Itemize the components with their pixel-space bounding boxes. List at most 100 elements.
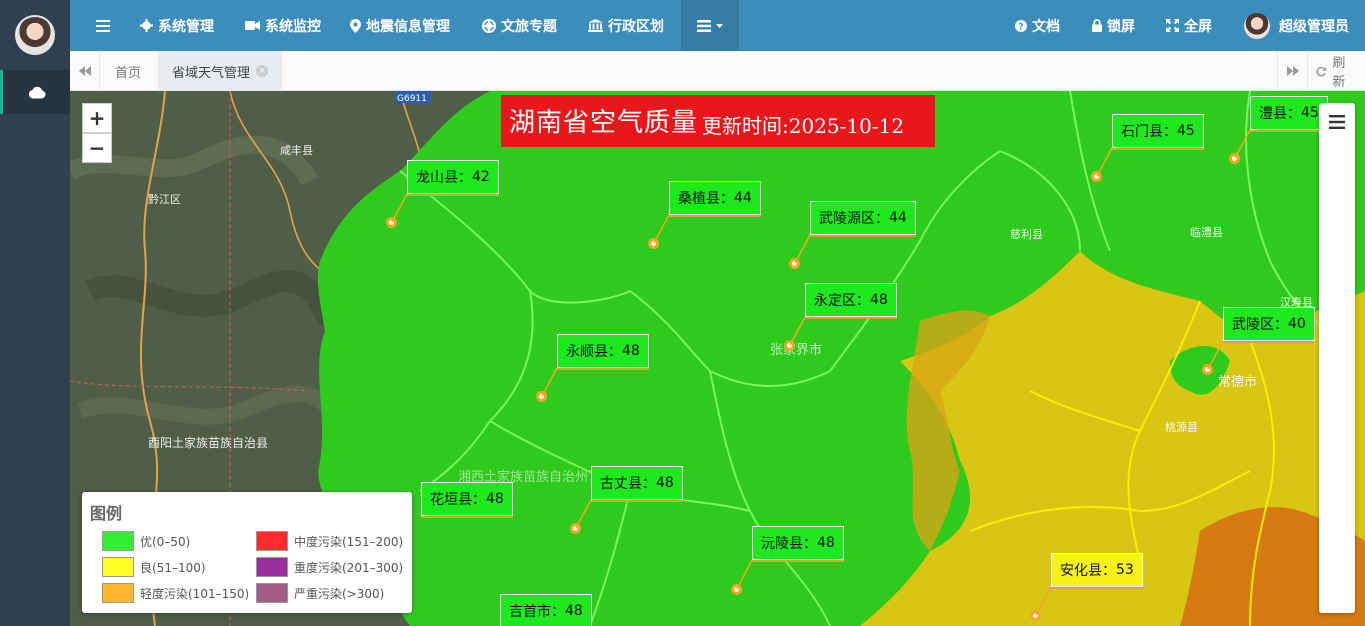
place-label: 桃源县 — [1165, 420, 1198, 434]
user-name: 超级管理员 — [1279, 18, 1349, 35]
place-label: 临澧县 — [1190, 225, 1223, 239]
place-label: 张家界市 — [770, 342, 822, 358]
question-circle-icon: ? — [1015, 19, 1027, 32]
map-title-banner: 湖南省空气质量 更新时间:2025-10-12 — [501, 95, 935, 147]
layer-panel[interactable] — [1319, 103, 1355, 613]
tab-label: 省域天气管理 — [172, 65, 251, 81]
county-marker[interactable] — [386, 217, 397, 228]
tabs-scroll-right-button[interactable] — [1277, 51, 1307, 91]
nav-label: 系统监控 — [265, 18, 321, 35]
legend-item: 良(51–100) — [102, 557, 206, 577]
nav-system-management[interactable]: 系统管理 — [140, 0, 214, 51]
map-title: 湖南省空气质量 — [509, 108, 699, 138]
legend-swatch — [102, 557, 134, 577]
cloud-icon — [28, 86, 45, 98]
county-label-lixian[interactable]: 澧县： 45 — [1250, 96, 1328, 130]
menu-icon[interactable] — [1329, 115, 1345, 129]
tab-home[interactable]: 首页 — [101, 51, 155, 91]
legend: 图例 优(0–50) 良(51–100) 轻度污染(101–150) 中度污染(… — [82, 492, 412, 613]
map-marker-icon — [350, 18, 361, 33]
tab-province-weather[interactable]: 省域天气管理 × — [158, 51, 283, 91]
nav-fullscreen[interactable]: 全屏 — [1166, 0, 1212, 51]
legend-item: 轻度污染(101–150) — [102, 583, 249, 603]
county-marker[interactable] — [536, 391, 547, 402]
legend-swatch — [256, 531, 288, 551]
county-label-yongshun[interactable]: 永顺县： 48 — [557, 334, 649, 368]
update-time: 更新时间:2025-10-12 — [702, 114, 905, 138]
life-ring-icon — [482, 18, 496, 33]
county-label-anhua[interactable]: 安化县： 53 — [1051, 553, 1143, 587]
county-label-sangzhi[interactable]: 桑植县： 44 — [669, 181, 761, 215]
refresh-icon — [1316, 66, 1326, 76]
county-label-wuling[interactable]: 武陵区： 40 — [1223, 307, 1315, 341]
nav-label: 地震信息管理 — [366, 18, 450, 35]
place-label: 酉阳土家族苗族自治县 — [148, 435, 268, 450]
place-label: 咸丰县 — [280, 144, 313, 157]
nav-admin-division[interactable]: 行政区划 — [588, 0, 664, 51]
legend-title: 图例 — [90, 504, 123, 523]
county-marker[interactable] — [789, 258, 800, 269]
arrows-icon — [1166, 19, 1179, 32]
county-marker[interactable] — [784, 340, 795, 351]
county-label-wulingyuan[interactable]: 武陵源区： 44 — [810, 201, 916, 235]
nav-culture-tourism[interactable]: 文旅专题 — [482, 0, 557, 51]
lock-icon — [1092, 19, 1102, 32]
county-label-yuanling[interactable]: 沅陵县： 48 — [752, 526, 844, 560]
forward-icon — [1286, 66, 1299, 76]
nav-more-dropdown[interactable] — [681, 0, 739, 51]
road-label: G6911 — [397, 94, 427, 104]
legend-item: 严重污染(>300) — [256, 583, 384, 603]
nav-earthquake-info[interactable]: 地震信息管理 — [350, 0, 450, 51]
legend-item: 优(0–50) — [102, 531, 190, 551]
list-icon — [697, 19, 711, 32]
county-label-huayuan[interactable]: 花垣县： 48 — [421, 482, 513, 516]
place-label: 常德市 — [1218, 374, 1257, 390]
caret-down-icon — [716, 23, 723, 28]
video-camera-icon — [245, 21, 260, 30]
tabs-bar: 首页 省域天气管理 × 刷新 — [70, 51, 1365, 91]
map-canvas[interactable]: 咸丰县 黔江区 酉阳土家族苗族自治县 张家界市 常德市 湘西土家族苗族自治州 慈… — [70, 91, 1365, 626]
tabs-scroll-left-button[interactable] — [70, 51, 100, 91]
county-marker[interactable] — [1202, 364, 1213, 375]
nav-label: 全屏 — [1184, 18, 1212, 35]
legend-swatch — [102, 531, 134, 551]
bars-icon — [96, 19, 110, 32]
county-label-jishou[interactable]: 吉首市： 48 — [500, 594, 592, 626]
sidebar-item-weather[interactable] — [0, 70, 70, 114]
close-icon[interactable]: × — [256, 65, 269, 77]
legend-swatch — [256, 583, 288, 603]
refresh-button[interactable]: 刷新 — [1307, 51, 1365, 91]
top-navbar: 系统管理 系统监控 地震信息管理 文旅专题 行政区划 ? 文档 锁屏 全屏 超级… — [70, 0, 1365, 51]
user-menu[interactable]: 超级管理员 — [1244, 0, 1349, 51]
county-marker[interactable] — [648, 238, 659, 249]
nav-label: 行政区划 — [608, 18, 664, 35]
county-marker[interactable] — [731, 584, 742, 595]
svg-text:?: ? — [1018, 22, 1023, 32]
county-marker[interactable] — [1030, 610, 1041, 621]
county-label-longshan[interactable]: 龙山县： 42 — [407, 160, 499, 194]
county-marker[interactable] — [1229, 153, 1240, 164]
nav-lock-screen[interactable]: 锁屏 — [1092, 0, 1135, 51]
place-label: 黔江区 — [148, 192, 181, 206]
zoom-in-button[interactable]: + — [82, 103, 112, 133]
tab-label: 首页 — [115, 65, 142, 81]
nav-label: 文档 — [1032, 18, 1060, 35]
legend-swatch — [102, 583, 134, 603]
county-marker[interactable] — [1091, 171, 1102, 182]
left-sidebar — [0, 0, 70, 626]
legend-item: 重度污染(201–300) — [256, 557, 403, 577]
county-marker[interactable] — [570, 523, 581, 534]
county-label-yongding[interactable]: 永定区： 48 — [805, 283, 897, 317]
refresh-label: 刷新 — [1332, 56, 1346, 90]
nav-system-monitor[interactable]: 系统监控 — [245, 0, 321, 51]
county-label-guzhang[interactable]: 古丈县： 48 — [591, 466, 683, 500]
backward-icon — [78, 66, 91, 76]
zoom-out-button[interactable]: − — [82, 133, 112, 163]
sidebar-toggle-button[interactable] — [96, 0, 110, 51]
county-label-shimen[interactable]: 石门县： 45 — [1112, 114, 1204, 148]
nav-label: 文旅专题 — [501, 18, 557, 35]
bank-icon — [588, 19, 603, 32]
nav-docs[interactable]: ? 文档 — [1015, 0, 1060, 51]
user-avatar — [1244, 12, 1270, 39]
avatar[interactable] — [15, 15, 55, 55]
